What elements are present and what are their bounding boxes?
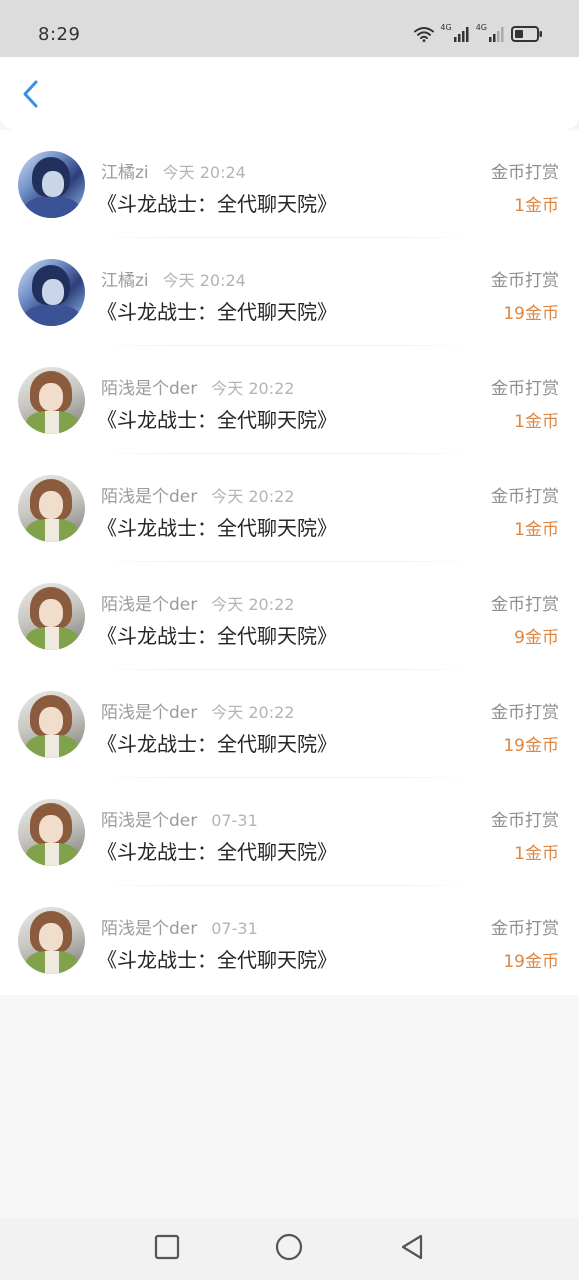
record-content: 《斗龙战士：全代聊天院》 <box>97 516 337 540</box>
timestamp: 07-31 <box>211 811 258 830</box>
circle-icon <box>275 1233 303 1265</box>
signal-icon <box>453 26 470 46</box>
avatar[interactable] <box>18 151 85 218</box>
triangle-back-icon <box>399 1233 425 1265</box>
reward-amount: 1金币 <box>514 412 559 432</box>
sender-line: 陌浅是个der 今天 20:22 <box>101 590 294 615</box>
wifi-icon <box>414 26 435 46</box>
sender-line: 陌浅是个der 今天 20:22 <box>101 374 294 399</box>
list-item[interactable]: 陌浅是个der 今天 20:22 《斗龙战士：全代聊天院》 金币打赏 19金币 <box>0 670 579 778</box>
list-item[interactable]: 江橘zi 今天 20:24 《斗龙战士：全代聊天院》 金币打赏 19金币 <box>0 238 579 346</box>
sender-name: 陌浅是个der <box>101 703 198 723</box>
sender-name: 陌浅是个der <box>101 919 198 939</box>
record-content: 《斗龙战士：全代聊天院》 <box>97 192 337 216</box>
header-bar <box>0 57 579 130</box>
sender-line: 陌浅是个der 今天 20:22 <box>101 482 294 507</box>
reward-type: 金币打赏 <box>491 379 559 399</box>
sender-name: 江橘zi <box>101 163 149 183</box>
timestamp: 今天 20:22 <box>211 487 295 506</box>
reward-type: 金币打赏 <box>491 703 559 723</box>
list-item[interactable]: 陌浅是个der 07-31 《斗龙战士：全代聊天院》 金币打赏 19金币 <box>0 886 579 994</box>
avatar[interactable] <box>18 799 85 866</box>
reward-amount: 9金币 <box>514 628 559 648</box>
sender-name: 陌浅是个der <box>101 811 198 831</box>
home-button[interactable] <box>272 1232 306 1266</box>
timestamp: 今天 20:22 <box>211 595 295 614</box>
recent-apps-button[interactable] <box>150 1232 184 1266</box>
network-type-1: 4G <box>440 23 452 32</box>
reward-amount: 1金币 <box>514 520 559 540</box>
reward-amount: 19金币 <box>503 736 559 756</box>
sender-name: 江橘zi <box>101 271 149 291</box>
reward-type: 金币打赏 <box>491 163 559 183</box>
square-icon <box>154 1234 180 1264</box>
timestamp: 今天 20:24 <box>162 163 246 182</box>
timestamp: 07-31 <box>211 919 258 938</box>
reward-amount: 19金币 <box>503 952 559 972</box>
reward-record-list: 江橘zi 今天 20:24 《斗龙战士：全代聊天院》 金币打赏 1金币 江橘zi 今… <box>0 130 579 995</box>
avatar[interactable] <box>18 367 85 434</box>
chevron-left-icon <box>22 79 40 113</box>
reward-amount: 19金币 <box>503 304 559 324</box>
sender-name: 陌浅是个der <box>101 487 198 507</box>
status-icons: 4G 4G <box>414 24 543 46</box>
record-content: 《斗龙战士：全代聊天院》 <box>97 948 337 972</box>
status-bar: 8:29 4G 4G <box>0 0 579 57</box>
avatar[interactable] <box>18 583 85 650</box>
record-content: 《斗龙战士：全代聊天院》 <box>97 408 337 432</box>
sender-line: 陌浅是个der 07-31 <box>101 914 258 939</box>
reward-amount: 1金币 <box>514 844 559 864</box>
reward-type: 金币打赏 <box>491 811 559 831</box>
avatar[interactable] <box>18 259 85 326</box>
avatar[interactable] <box>18 475 85 542</box>
sender-line: 陌浅是个der 今天 20:22 <box>101 698 294 723</box>
list-item[interactable]: 陌浅是个der 今天 20:22 《斗龙战士：全代聊天院》 金币打赏 1金币 <box>0 454 579 562</box>
signal-icon <box>489 26 505 46</box>
record-content: 《斗龙战士：全代聊天院》 <box>97 732 337 756</box>
avatar[interactable] <box>18 907 85 974</box>
reward-type: 金币打赏 <box>491 271 559 291</box>
status-time: 8:29 <box>38 24 81 45</box>
sender-line: 江橘zi 今天 20:24 <box>101 266 246 291</box>
sender-line: 陌浅是个der 07-31 <box>101 806 258 831</box>
list-item[interactable]: 陌浅是个der 今天 20:22 《斗龙战士：全代聊天院》 金币打赏 9金币 <box>0 562 579 670</box>
record-content: 《斗龙战士：全代聊天院》 <box>97 300 337 324</box>
timestamp: 今天 20:22 <box>211 703 295 722</box>
reward-type: 金币打赏 <box>491 595 559 615</box>
timestamp: 今天 20:24 <box>162 271 246 290</box>
sender-name: 陌浅是个der <box>101 379 198 399</box>
record-content: 《斗龙战士：全代聊天院》 <box>97 840 337 864</box>
list-item[interactable]: 陌浅是个der 07-31 《斗龙战士：全代聊天院》 金币打赏 1金币 <box>0 778 579 886</box>
back-button[interactable] <box>14 79 48 113</box>
battery-icon <box>511 26 543 46</box>
list-item[interactable]: 陌浅是个der 今天 20:22 《斗龙战士：全代聊天院》 金币打赏 1金币 <box>0 346 579 454</box>
system-nav-bar <box>0 1218 579 1280</box>
sender-line: 江橘zi 今天 20:24 <box>101 158 246 183</box>
reward-type: 金币打赏 <box>491 487 559 507</box>
timestamp: 今天 20:22 <box>211 379 295 398</box>
avatar[interactable] <box>18 691 85 758</box>
back-nav-button[interactable] <box>395 1232 429 1266</box>
reward-type: 金币打赏 <box>491 919 559 939</box>
network-type-2: 4G <box>475 23 487 32</box>
list-item[interactable]: 江橘zi 今天 20:24 《斗龙战士：全代聊天院》 金币打赏 1金币 <box>0 130 579 238</box>
reward-amount: 1金币 <box>514 196 559 216</box>
record-content: 《斗龙战士：全代聊天院》 <box>97 624 337 648</box>
sender-name: 陌浅是个der <box>101 595 198 615</box>
